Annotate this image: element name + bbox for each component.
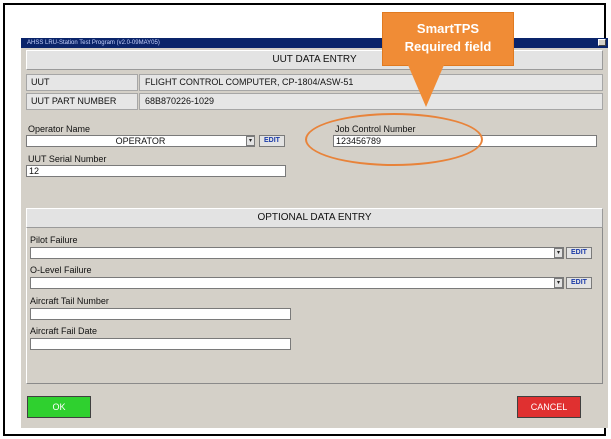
smarttps-callout: SmartTPS Required field	[382, 12, 514, 66]
aircraft-tail-number-field[interactable]	[30, 308, 291, 320]
aircraft-fail-date-label: Aircraft Fail Date	[30, 326, 98, 336]
uut-label: UUT	[26, 74, 138, 91]
uut-part-number-label: UUT PART NUMBER	[26, 93, 138, 110]
required-field-highlight	[305, 113, 483, 166]
uut-part-number-value: 68B870226-1029	[139, 93, 603, 110]
o-level-failure-edit-button[interactable]: EDIT	[566, 277, 592, 289]
operator-name-field[interactable]: OPERATOR	[26, 135, 255, 147]
application-window: AHSS LRU-Station Test Program (v2.0-09MA…	[21, 38, 608, 428]
pilot-failure-edit-button[interactable]: EDIT	[566, 247, 592, 259]
aircraft-fail-date-field[interactable]	[30, 338, 291, 350]
cancel-button[interactable]: CANCEL	[517, 396, 581, 418]
aircraft-tail-number-label: Aircraft Tail Number	[30, 296, 109, 306]
o-level-failure-dropdown-icon[interactable]: ▾	[554, 278, 563, 288]
o-level-failure-field[interactable]	[30, 277, 564, 289]
pilot-failure-dropdown-icon[interactable]: ▾	[554, 248, 563, 258]
close-button[interactable]	[598, 39, 606, 46]
uut-row: UUT FLIGHT CONTROL COMPUTER, CP-1804/ASW…	[26, 74, 603, 91]
uut-data-entry-header: UUT DATA ENTRY	[26, 50, 603, 70]
callout-pointer-arrow	[408, 65, 444, 107]
optional-data-entry-header: OPTIONAL DATA ENTRY	[26, 208, 603, 228]
operator-dropdown-icon[interactable]: ▾	[246, 136, 255, 146]
pilot-failure-field[interactable]	[30, 247, 564, 259]
title-bar: AHSS LRU-Station Test Program (v2.0-09MA…	[21, 38, 608, 48]
uut-serial-number-field[interactable]: 12	[26, 165, 286, 177]
ok-button[interactable]: OK	[27, 396, 91, 418]
window-title: AHSS LRU-Station Test Program (v2.0-09MA…	[27, 40, 160, 46]
uut-value: FLIGHT CONTROL COMPUTER, CP-1804/ASW-51	[139, 74, 603, 91]
callout-line-1: SmartTPS	[416, 21, 480, 36]
operator-name-label: Operator Name	[28, 124, 91, 134]
optional-data-panel	[26, 208, 603, 384]
operator-edit-button[interactable]: EDIT	[259, 135, 285, 147]
callout-line-2: Required field	[404, 39, 492, 54]
uut-serial-number-label: UUT Serial Number	[28, 154, 107, 164]
uut-part-number-row: UUT PART NUMBER 68B870226-1029	[26, 93, 603, 110]
o-level-failure-label: O-Level Failure	[30, 265, 92, 275]
pilot-failure-label: Pilot Failure	[30, 235, 78, 245]
